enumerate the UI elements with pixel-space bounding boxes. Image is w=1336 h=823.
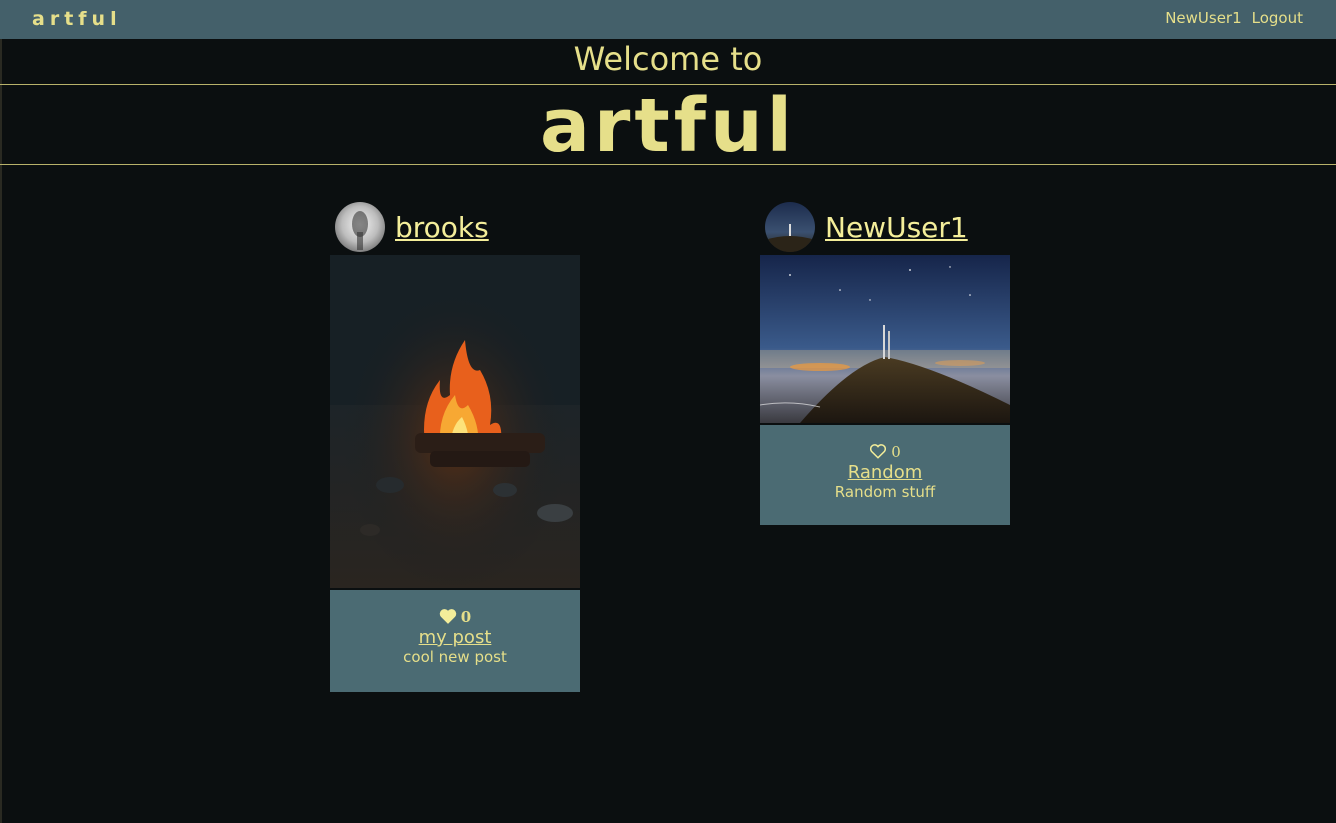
post-header: NewUser1 [760, 199, 1010, 255]
like-count: 0 [460, 608, 472, 626]
welcome-heading: Welcome to [0, 39, 1336, 85]
post-title-link[interactable]: my post [330, 627, 580, 648]
post-info: 0 Random Random stuff [760, 425, 1010, 525]
nav-user-link[interactable]: NewUser1 [1165, 9, 1241, 27]
post-description: Random stuff [834, 483, 936, 501]
like-count: 0 [891, 443, 901, 461]
post-username[interactable]: NewUser1 [825, 211, 968, 244]
like-row: 0 [330, 590, 580, 626]
post-card: NewUser1 0 Random Random stuff [760, 199, 1010, 525]
avatar[interactable] [765, 202, 815, 252]
brand-logo[interactable]: artful [32, 8, 122, 30]
post-info: 0 my post cool new post [330, 590, 580, 692]
top-navbar: artful NewUser1 Logout [0, 0, 1336, 39]
heart-outline-icon[interactable] [869, 443, 887, 459]
post-title-link[interactable]: Random [760, 462, 1010, 483]
post-username[interactable]: brooks [395, 211, 489, 244]
post-description: cool new post [403, 648, 507, 666]
avatar[interactable] [335, 202, 385, 252]
hero-title: artful [0, 85, 1336, 167]
nav-links: NewUser1 Logout [1165, 9, 1303, 27]
post-image-mountain[interactable] [760, 255, 1010, 423]
post-image-campfire[interactable] [330, 255, 580, 588]
heart-filled-icon[interactable] [439, 608, 457, 624]
like-row: 0 [760, 425, 1010, 461]
post-header: brooks [330, 199, 580, 255]
logout-link[interactable]: Logout [1252, 9, 1303, 27]
post-card: brooks 0 my post cool new post [330, 199, 580, 692]
